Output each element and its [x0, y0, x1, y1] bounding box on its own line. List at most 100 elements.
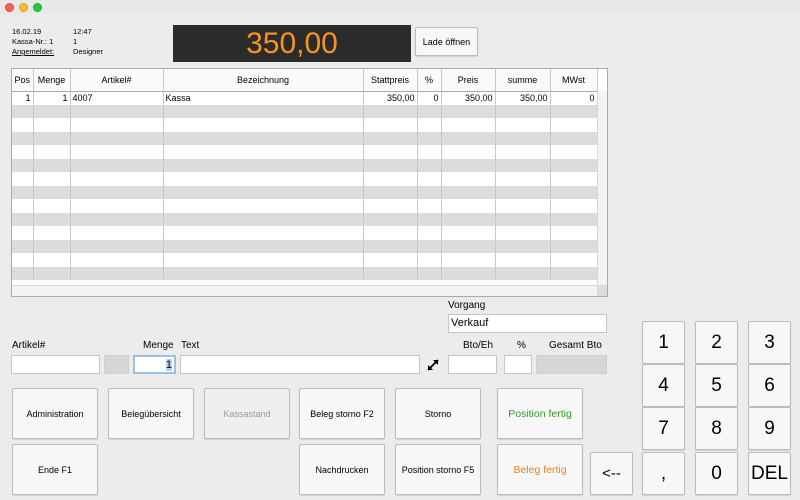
table-cell [163, 118, 364, 132]
table-cell [495, 104, 551, 118]
key-2[interactable]: 2 [695, 321, 738, 364]
table-cell: 350,00 [441, 91, 496, 105]
transaction-field[interactable]: Verkauf [448, 314, 607, 333]
expand-icon[interactable] [424, 356, 442, 374]
table-row[interactable] [12, 104, 598, 118]
table-row[interactable] [12, 145, 598, 159]
table-cell [441, 145, 496, 159]
table-horizontal-scrollbar[interactable] [12, 285, 597, 296]
table-row[interactable] [12, 239, 598, 253]
table-cell [363, 118, 418, 132]
open-drawer-button[interactable]: Lade öffnen [415, 27, 478, 56]
gross-unit-input[interactable] [448, 355, 497, 374]
column-header-quantity[interactable]: Menge [33, 69, 71, 92]
close-window-button[interactable] [5, 3, 14, 12]
table-cell [495, 253, 551, 267]
table-row[interactable] [12, 199, 598, 213]
table-cell [550, 226, 598, 240]
table-cell [163, 172, 364, 186]
column-header-vat[interactable]: MWst [550, 69, 598, 92]
cancel-button[interactable]: Storno [395, 388, 481, 439]
key-3[interactable]: 3 [748, 321, 791, 364]
table-cell [70, 226, 164, 240]
table-row[interactable]: 1 1 4007 Kassa 350,00 0 350,00 350,00 0 [12, 91, 598, 105]
table-row[interactable] [12, 131, 598, 145]
table-cell [70, 266, 164, 280]
column-header-pos[interactable]: Pos [12, 69, 34, 92]
column-header-discount-percent[interactable]: % [417, 69, 442, 92]
table-cell [363, 239, 418, 253]
exit-button[interactable]: Ende F1 [12, 444, 98, 495]
key-6[interactable]: 6 [748, 364, 791, 407]
backspace-button[interactable]: <-- [590, 452, 633, 495]
table-cell [441, 266, 496, 280]
key-4[interactable]: 4 [642, 364, 685, 407]
column-header-description[interactable]: Bezeichnung [163, 69, 364, 92]
table-cell [441, 239, 496, 253]
cancel-receipt-button[interactable]: Beleg storno F2 [299, 388, 385, 439]
position-done-button[interactable]: Position fertig [497, 388, 583, 439]
key-9[interactable]: 9 [748, 407, 791, 450]
table-cell [495, 118, 551, 132]
key-1[interactable]: 1 [642, 321, 685, 364]
table-cell [495, 266, 551, 280]
table-row[interactable] [12, 185, 598, 199]
table-cell [70, 172, 164, 186]
table-cell: 0 [550, 91, 598, 105]
table-cell [163, 212, 364, 226]
article-number-input[interactable] [11, 355, 100, 374]
table-row[interactable] [12, 158, 598, 172]
table-cell [417, 172, 442, 186]
key-7[interactable]: 7 [642, 407, 685, 450]
table-cell [417, 145, 442, 159]
scrollbar-corner [597, 285, 607, 296]
receipt-done-button[interactable]: Beleg fertig [497, 444, 583, 495]
key-0[interactable]: 0 [695, 452, 738, 495]
table-row[interactable] [12, 266, 598, 280]
table-cell [70, 185, 164, 199]
table-cell [363, 199, 418, 213]
key-8[interactable]: 8 [695, 407, 738, 450]
column-header-price[interactable]: Preis [441, 69, 496, 92]
gross-unit-label: Bto/Eh [463, 340, 494, 351]
cash-status-button[interactable]: Kassastand [204, 388, 290, 439]
table-cell [363, 266, 418, 280]
table-row[interactable] [12, 226, 598, 240]
table-cell [163, 104, 364, 118]
key-comma[interactable]: , [642, 452, 685, 495]
receipt-overview-button[interactable]: Belegübersicht [108, 388, 194, 439]
table-cell [12, 199, 34, 213]
table-cell [33, 158, 71, 172]
table-row[interactable] [12, 212, 598, 226]
table-cell [163, 253, 364, 267]
info-values: 12:47 1 Designer [73, 27, 103, 57]
table-cell [363, 253, 418, 267]
table-cell [33, 199, 71, 213]
transaction-label: Vorgang [448, 300, 486, 311]
text-input[interactable] [180, 355, 420, 374]
table-row[interactable] [12, 253, 598, 267]
text-label: Text [181, 340, 200, 351]
column-header-sum[interactable]: summe [495, 69, 551, 92]
table-cell [70, 253, 164, 267]
table-vertical-scrollbar[interactable] [597, 91, 607, 285]
quantity-input[interactable]: 1 [133, 355, 176, 374]
column-header-list-price[interactable]: Stattpreis [363, 69, 418, 92]
cancel-position-button[interactable]: Position storno F5 [395, 444, 481, 495]
table-cell [363, 185, 418, 199]
table-cell [550, 239, 598, 253]
zoom-window-button[interactable] [33, 3, 42, 12]
key-delete[interactable]: DEL [748, 452, 791, 495]
table-cell: 350,00 [363, 91, 418, 105]
administration-button[interactable]: Administration [12, 388, 98, 439]
reprint-button[interactable]: Nachdrucken [299, 444, 385, 495]
table-row[interactable] [12, 172, 598, 186]
table-cell [550, 253, 598, 267]
percent-input[interactable] [504, 355, 532, 374]
table-cell [33, 104, 71, 118]
column-header-article-number[interactable]: Artikel# [70, 69, 164, 92]
minimize-window-button[interactable] [19, 3, 28, 12]
key-5[interactable]: 5 [695, 364, 738, 407]
table-row[interactable] [12, 118, 598, 132]
table-cell [163, 199, 364, 213]
